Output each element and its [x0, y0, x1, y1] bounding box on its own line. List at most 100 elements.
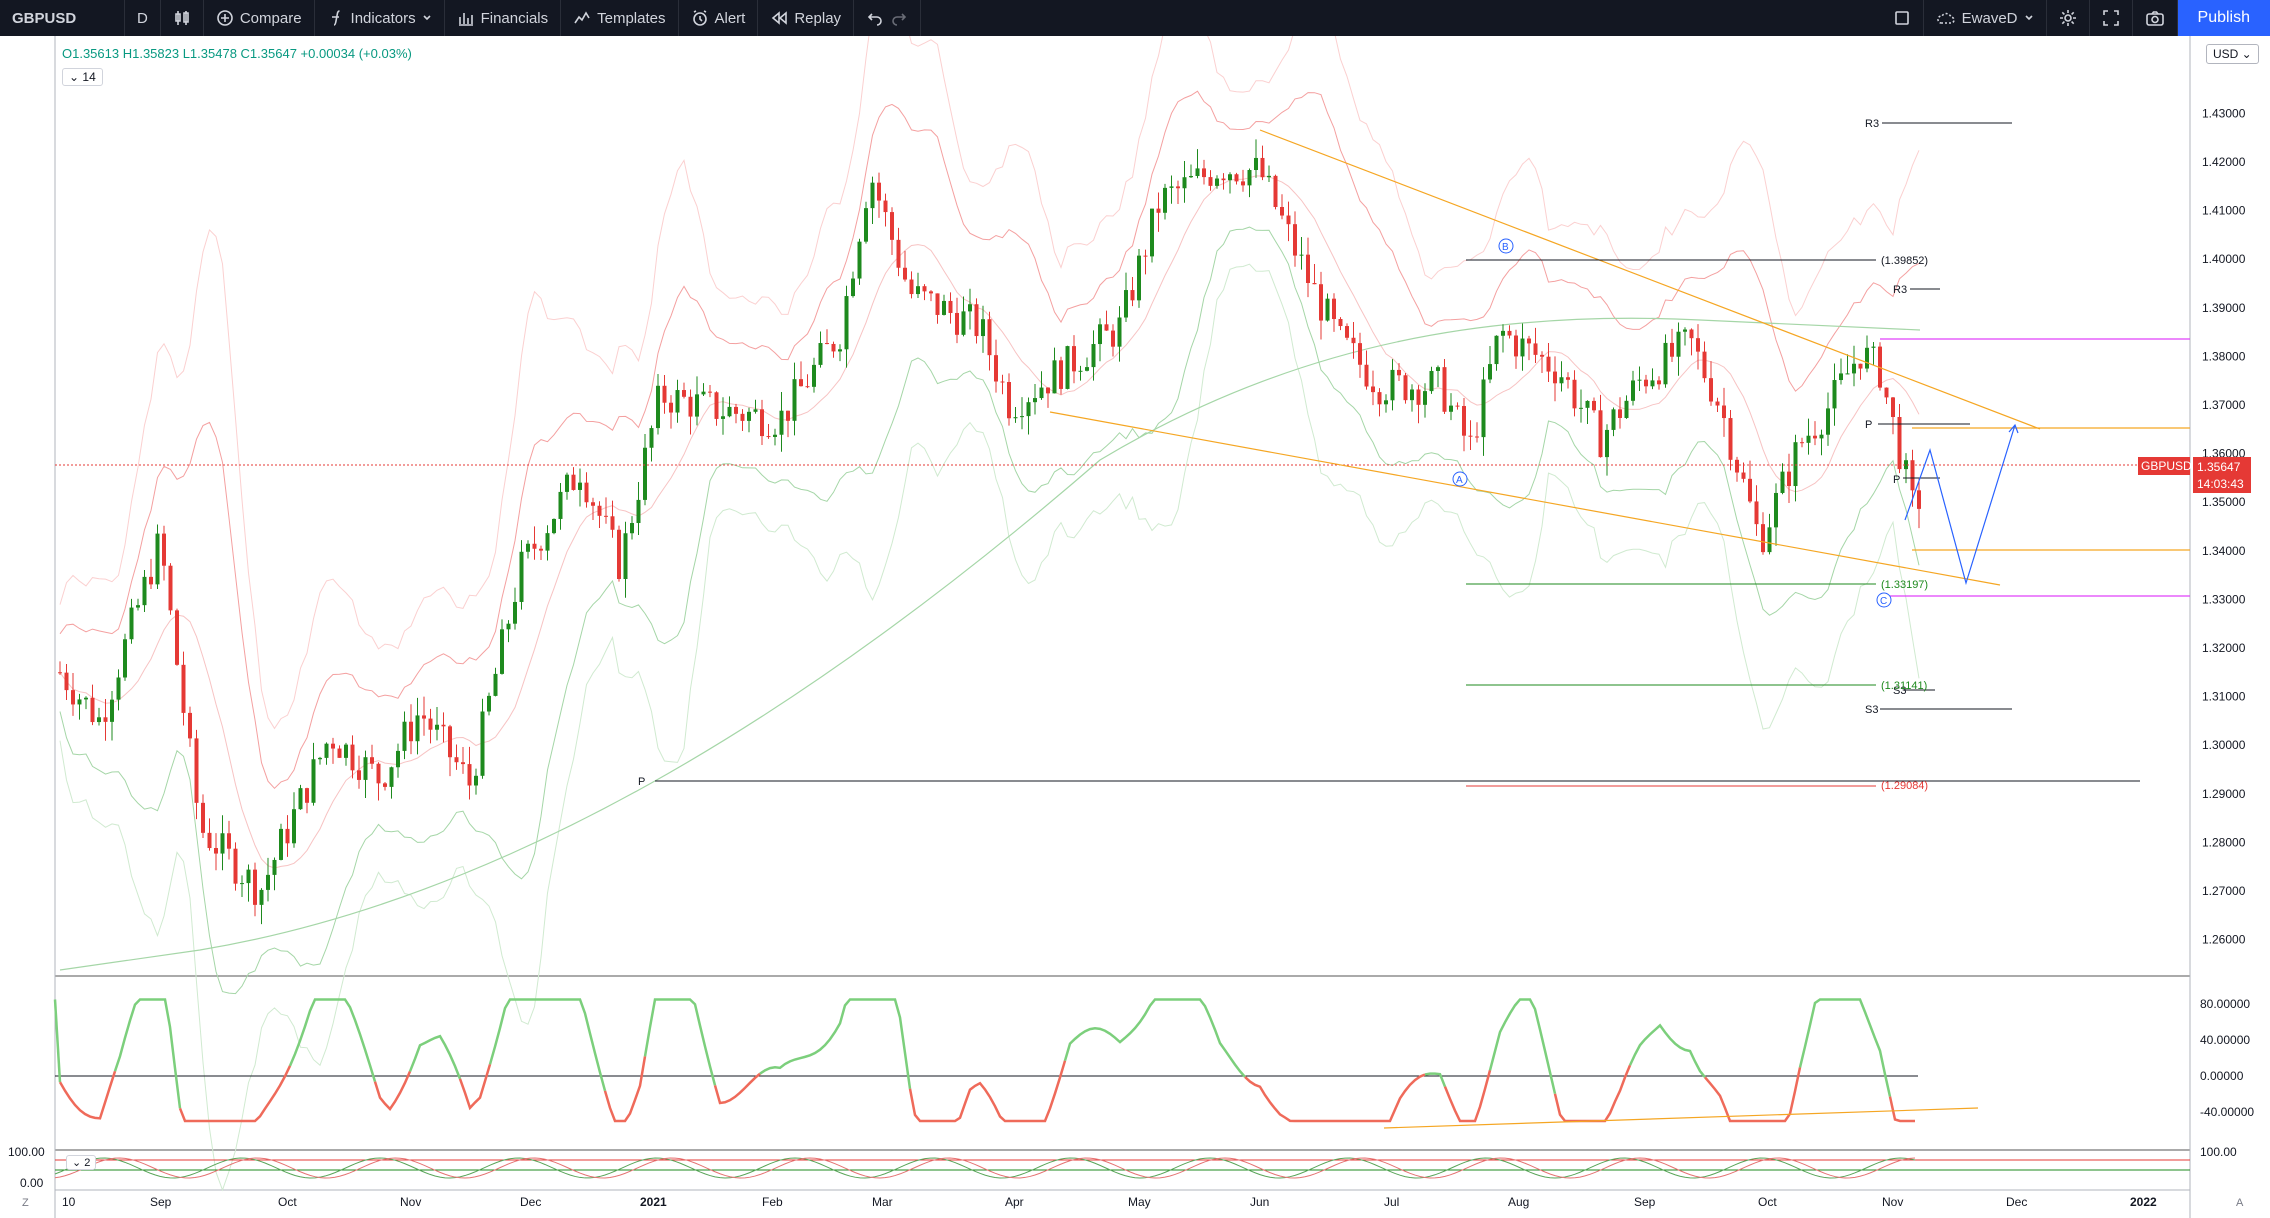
interval-button[interactable]: D	[125, 0, 161, 36]
indicators-button[interactable]: Indicators	[315, 0, 445, 36]
candle-body	[584, 482, 589, 503]
candle-body	[1033, 398, 1037, 403]
layout-name-button[interactable]: EwaveD	[1924, 0, 2047, 36]
candle-body	[1403, 375, 1408, 401]
candle-body	[103, 717, 108, 722]
candle-body	[1423, 391, 1427, 405]
square-icon	[1894, 11, 1909, 25]
snapshot-button[interactable]	[2133, 0, 2178, 36]
candle-body	[480, 711, 485, 776]
bar-chart-icon	[458, 13, 473, 26]
indicator-length-box[interactable]: ⌄ 14	[62, 68, 103, 86]
candle-body	[259, 889, 264, 905]
currency-selector[interactable]: USD ⌄	[2206, 44, 2259, 64]
candle-body	[266, 874, 270, 890]
candle-body	[701, 391, 706, 395]
candle-body	[142, 576, 147, 606]
candle-body	[422, 715, 426, 719]
candle-body	[1696, 338, 1700, 352]
templates-button[interactable]: Templates	[561, 0, 679, 36]
candle-body	[773, 434, 777, 437]
p-left-label: P	[638, 776, 645, 788]
candle-body	[214, 848, 218, 854]
candle-body	[1813, 435, 1817, 439]
chart-area[interactable]: R3 R3 P P S3 S3 P (1.39852) (1.33197) (1…	[0, 36, 2270, 1218]
candle-body	[1416, 389, 1421, 405]
candle-body	[1891, 397, 1895, 418]
settings-button[interactable]	[2047, 0, 2090, 36]
compare-button[interactable]: Compare	[204, 0, 315, 36]
candle-body	[1410, 389, 1414, 401]
candle-body	[84, 697, 88, 700]
candle-body	[1241, 181, 1245, 186]
undo-icon[interactable]	[866, 9, 884, 27]
candle-body	[1280, 206, 1284, 216]
candle-body	[1306, 254, 1310, 284]
alert-button[interactable]: Alert	[679, 0, 759, 36]
time-axis-label: Jul	[1384, 1195, 1399, 1209]
candle-body	[1735, 459, 1739, 473]
candle-body	[1072, 346, 1076, 372]
replay-label: Replay	[794, 9, 842, 27]
r3-top-label: R3	[1865, 118, 1879, 130]
candle-body	[1501, 330, 1505, 336]
candle-body	[825, 343, 829, 345]
candle-body	[1039, 387, 1044, 399]
candle-body	[935, 293, 940, 315]
candle-body	[805, 386, 810, 388]
stoch-length-box[interactable]: ⌄ 2	[66, 1155, 97, 1170]
publish-label: Publish	[2197, 9, 2250, 26]
candle-body	[1839, 373, 1843, 381]
candle-body	[168, 565, 173, 611]
candle-body	[233, 848, 238, 884]
candle-body	[844, 296, 849, 350]
wave-a-label: A	[1456, 475, 1463, 486]
publish-button[interactable]: Publish	[2177, 0, 2270, 36]
candle-body	[1267, 175, 1271, 178]
last-price-value: 1.35647	[2197, 460, 2241, 474]
candle-body	[1767, 527, 1772, 553]
symbol-search-button[interactable]: GBPUSD	[0, 0, 125, 36]
wave-b-label: B	[1502, 242, 1509, 253]
candle-body	[1598, 410, 1603, 458]
redo-icon[interactable]	[890, 9, 908, 27]
candle-body	[766, 436, 771, 438]
candle-body	[1897, 417, 1902, 470]
candle-body	[1507, 330, 1512, 336]
candle-body	[220, 833, 225, 854]
time-axis-label: Nov	[400, 1195, 421, 1209]
candle-body	[669, 402, 673, 413]
replay-button[interactable]: Replay	[758, 0, 855, 36]
candle-body	[1098, 324, 1102, 345]
candle-body	[747, 411, 751, 421]
candle-body	[1670, 342, 1674, 357]
candle-body	[77, 699, 82, 705]
fullscreen-button[interactable]	[2090, 0, 2133, 36]
candle-body	[831, 343, 836, 352]
candle-body	[1351, 337, 1356, 344]
candle-body	[662, 385, 667, 403]
candle-body	[441, 724, 446, 727]
auto-scale-z[interactable]: Z	[22, 1197, 29, 1209]
candle-body	[1579, 407, 1583, 409]
candle-body	[786, 410, 790, 421]
chart-type-button[interactable]	[161, 0, 204, 36]
financials-button[interactable]: Financials	[445, 0, 562, 36]
candle-body	[734, 406, 738, 414]
layout-name-label: EwaveD	[1961, 9, 2018, 27]
candle-body	[1644, 379, 1648, 387]
candle-body	[1130, 290, 1135, 301]
gear-icon	[2059, 10, 2076, 26]
candle-body	[1059, 360, 1063, 389]
candle-body	[1540, 354, 1544, 357]
auto-scale-a[interactable]: A	[2236, 1197, 2244, 1209]
candle-body	[864, 208, 868, 242]
candle-body	[402, 721, 407, 751]
candle-body	[883, 200, 888, 213]
candle-body	[929, 291, 933, 294]
candle-body	[1637, 379, 1642, 381]
candle-body	[558, 491, 563, 519]
candle-body	[1293, 224, 1297, 256]
candle-body	[1650, 380, 1655, 387]
fullscreen-layout-button[interactable]	[1881, 0, 1924, 36]
